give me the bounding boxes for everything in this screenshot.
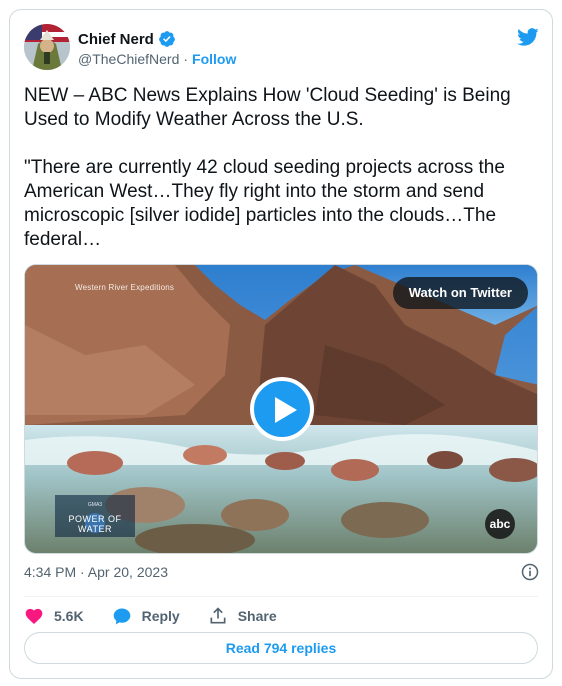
reply-bubble-icon [113, 608, 130, 625]
tweet-meta: 4:34 PM · Apr 20, 2023 [24, 562, 540, 582]
series-title: POWER OF WATER [68, 514, 122, 534]
series-small-label: GMA3 [87, 502, 103, 508]
series-logo: GMA3 POWER OF WATER [55, 496, 135, 538]
watch-on-twitter-button[interactable]: Watch on Twitter [392, 277, 528, 309]
timestamp[interactable]: 4:34 PM · Apr 20, 2023 [24, 564, 168, 580]
reply-button[interactable]: Reply [112, 606, 180, 626]
author-name[interactable]: Chief Nerd [78, 31, 154, 48]
read-replies-button[interactable]: Read 794 replies [24, 632, 538, 664]
reply-label: Reply [141, 608, 180, 624]
video-media[interactable]: Western River Expeditions Watch on Twitt… [24, 264, 538, 554]
twitter-bird-icon[interactable] [516, 26, 540, 48]
share-button[interactable]: Share [208, 606, 277, 626]
verified-badge-icon [158, 31, 175, 47]
tweet-header: Chief Nerd @TheChiefNerd · Follow [24, 24, 540, 72]
avatar[interactable] [24, 24, 70, 70]
divider [24, 596, 538, 597]
share-label: Share [237, 608, 277, 624]
separator-dot: · [183, 51, 189, 67]
author-handle[interactable]: @TheChiefNerd [78, 51, 179, 67]
like-button[interactable]: 5.6K [24, 606, 84, 626]
network-logo: abc [485, 509, 515, 539]
heart-icon [25, 608, 43, 624]
tweet-card: Chief Nerd @TheChiefNerd · Follow NEW – … [9, 9, 553, 679]
tweet-text: NEW – ABC News Explains How 'Cloud Seedi… [24, 85, 511, 250]
action-bar: 5.6K Reply Share [24, 602, 305, 630]
info-icon[interactable] [520, 562, 540, 582]
play-icon [275, 397, 297, 423]
play-button[interactable] [250, 377, 314, 441]
handle-row: @TheChiefNerd · Follow [78, 51, 236, 67]
name-row: Chief Nerd [78, 30, 176, 48]
like-count: 5.6K [54, 608, 84, 624]
video-watermark: Western River Expeditions [75, 283, 175, 292]
follow-button[interactable]: Follow [192, 51, 236, 67]
share-icon [210, 607, 226, 624]
